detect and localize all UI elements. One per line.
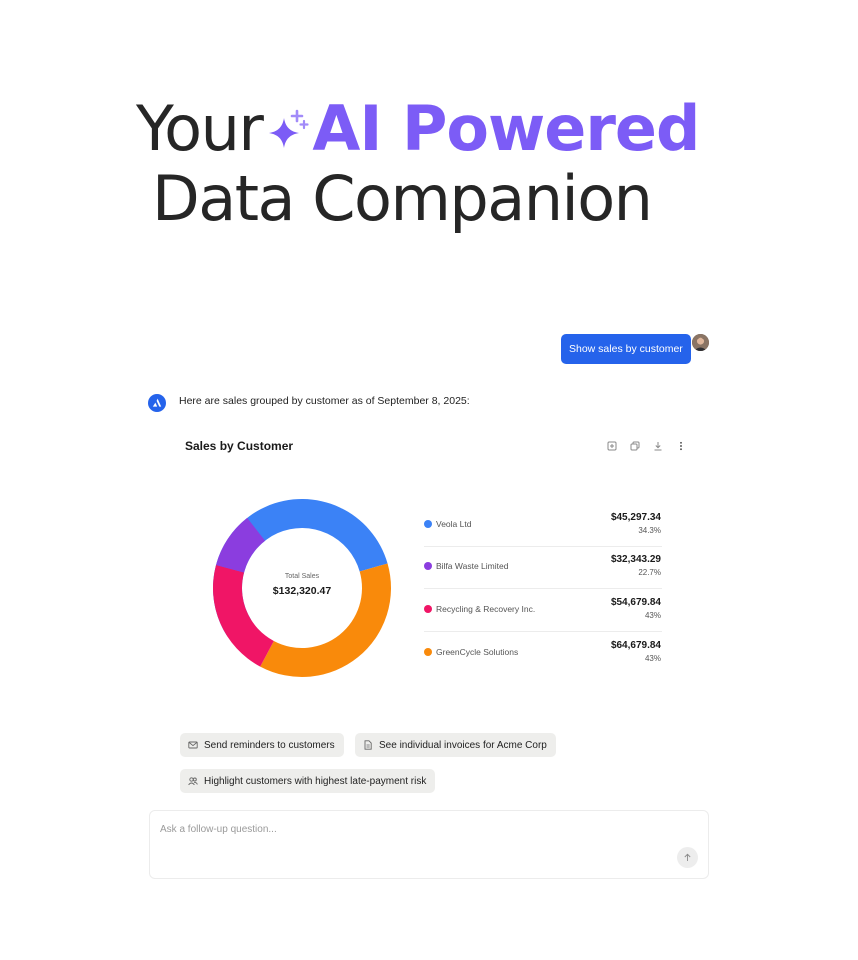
suggestion-label: Highlight customers with highest late-pa… — [204, 775, 427, 787]
hero-line-2: Data Companion — [152, 162, 653, 235]
download-icon[interactable] — [652, 440, 664, 452]
hero-line-1: Your AI Powered — [136, 92, 700, 165]
legend-percent: 43% — [644, 611, 661, 620]
legend-item: Recycling & Recovery Inc. $54,679.84 43% — [424, 590, 662, 632]
user-message-bubble: Show sales by customer — [561, 334, 691, 364]
legend-percent: 43% — [644, 654, 661, 663]
users-icon — [188, 777, 198, 786]
legend-item: Bilfa Waste Limited $32,343.29 22.7% — [424, 547, 662, 589]
assistant-avatar — [148, 394, 166, 412]
donut-slice-greencycle-solutions — [260, 563, 391, 677]
legend-label: Recycling & Recovery Inc. — [436, 604, 536, 614]
legend-percent: 34.3% — [638, 526, 661, 535]
chart-center-label: Total Sales — [285, 573, 320, 580]
sparkle-icon — [269, 109, 309, 148]
assistant-intro-text: Here are sales grouped by customer as of… — [179, 395, 470, 407]
user-avatar — [692, 334, 709, 351]
expand-icon[interactable] — [606, 440, 618, 452]
suggestion-chip-invoices[interactable]: See individual invoices for Acme Corp — [355, 733, 556, 757]
legend-dot — [424, 520, 432, 528]
legend-amount: $54,679.84 — [610, 597, 661, 608]
suggestion-label: Send reminders to customers — [204, 739, 335, 751]
legend-dot — [424, 562, 432, 570]
legend-label: Bilfa Waste Limited — [436, 561, 509, 571]
more-icon[interactable] — [675, 440, 687, 452]
hero-prefix: Your — [136, 92, 264, 165]
donut-slice-recycling-recovery-inc — [213, 564, 274, 667]
legend-item: Veola Ltd $45,297.34 34.3% — [424, 505, 662, 547]
document-icon — [364, 740, 372, 750]
suggestion-label: See individual invoices for Acme Corp — [379, 739, 547, 751]
arrow-up-icon — [684, 853, 691, 861]
donut-chart: Total Sales $132,320.47 — [213, 499, 391, 677]
legend-label: Veola Ltd — [436, 519, 472, 529]
legend-item: GreenCycle Solutions $64,679.84 43% — [424, 633, 662, 675]
legend-amount: $64,679.84 — [610, 640, 661, 651]
suggestion-chip-reminders[interactable]: Send reminders to customers — [180, 733, 344, 757]
legend-label: GreenCycle Solutions — [436, 647, 519, 657]
send-button[interactable] — [677, 847, 698, 868]
followup-box — [149, 810, 709, 879]
legend-amount: $32,343.29 — [610, 554, 661, 565]
hero-highlight: AI Powered — [312, 92, 700, 165]
legend-dot — [424, 648, 432, 656]
legend-percent: 22.7% — [638, 568, 661, 577]
hero-heading: Your AI Powered Data Companion — [0, 0, 858, 260]
legend-amount: $45,297.34 — [610, 512, 661, 523]
legend-dot — [424, 605, 432, 613]
suggestion-chip-risk[interactable]: Highlight customers with highest late-pa… — [180, 769, 436, 793]
mail-icon — [188, 741, 198, 749]
followup-input[interactable] — [160, 821, 660, 837]
copy-icon[interactable] — [629, 440, 641, 452]
chart-title: Sales by Customer — [185, 439, 294, 453]
chart-center-value: $132,320.47 — [273, 585, 332, 597]
